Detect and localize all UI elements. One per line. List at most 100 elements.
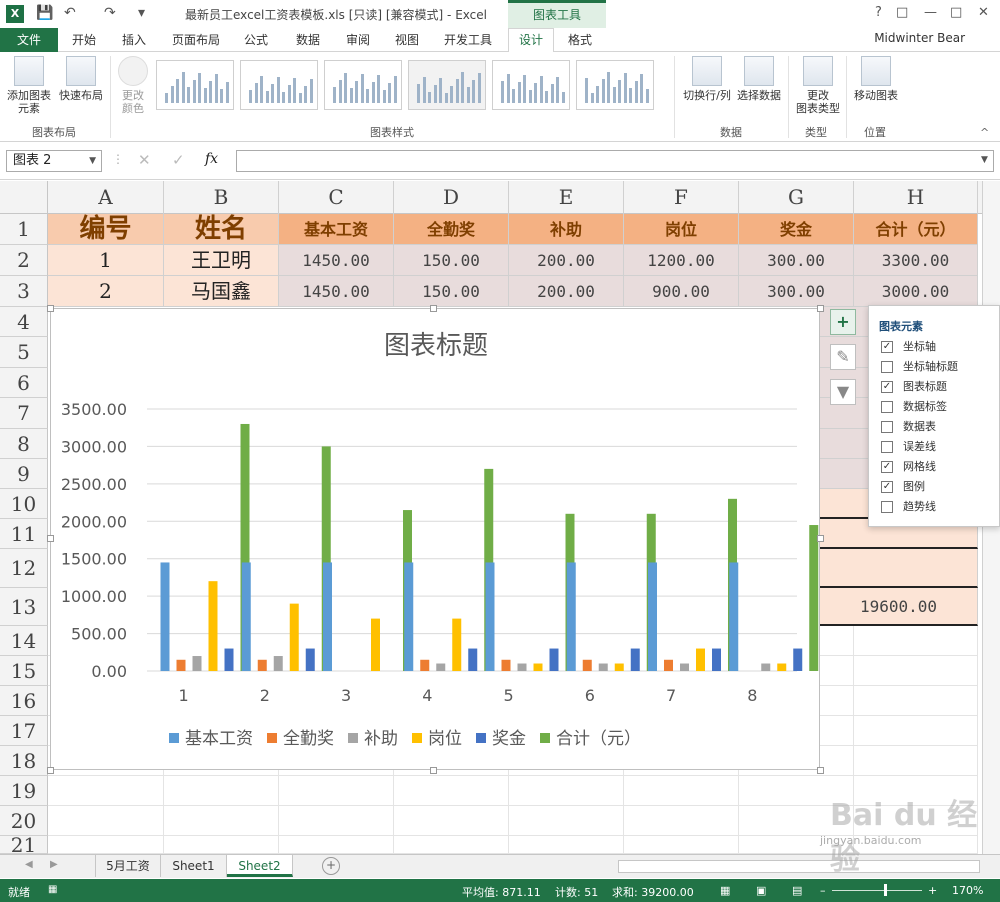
chart-element-option[interactable]: ✓ 图例 [881, 480, 925, 496]
row-header-3[interactable]: 3 [0, 276, 48, 307]
chart-style-thumbnail[interactable] [492, 60, 570, 110]
bar-5-5[interactable] [549, 648, 559, 671]
tab-design[interactable]: 设计 [508, 28, 554, 53]
maximize-icon[interactable]: □ [950, 5, 962, 20]
column-header-E[interactable]: E [509, 181, 624, 214]
column-header-H[interactable]: H [854, 181, 978, 214]
table-cell[interactable] [279, 776, 394, 806]
table-cell[interactable]: 马国鑫 [164, 276, 279, 307]
table-cell[interactable]: 150.00 [394, 245, 509, 276]
normal-view-icon[interactable]: ▦ [720, 884, 730, 897]
checkbox-icon[interactable] [881, 501, 893, 513]
table-cell[interactable]: 3000.00 [854, 276, 978, 307]
table-cell[interactable]: 岗位 [624, 214, 739, 245]
bar-4-5[interactable] [533, 663, 543, 671]
checked-checkbox-icon[interactable]: ✓ [881, 481, 893, 493]
table-cell[interactable]: 全勤奖 [394, 214, 509, 245]
bar-2-2[interactable] [257, 659, 267, 671]
table-cell[interactable]: 1450.00 [279, 276, 394, 307]
checked-checkbox-icon[interactable]: ✓ [881, 381, 893, 393]
row-header-13[interactable]: 13 [0, 588, 48, 626]
table-cell[interactable] [509, 806, 624, 836]
quick-layout-button[interactable]: 快速布局 [56, 56, 106, 102]
row-header-8[interactable]: 8 [0, 429, 48, 459]
table-cell[interactable]: 合计（元） [854, 214, 978, 245]
checkbox-icon[interactable] [881, 421, 893, 433]
chart-element-option[interactable]: ✓ 网格线 [881, 460, 936, 476]
table-cell[interactable] [48, 776, 164, 806]
row-header-2[interactable]: 2 [0, 245, 48, 276]
resize-handle[interactable] [430, 767, 437, 774]
checkbox-icon[interactable] [881, 441, 893, 453]
bar-2-7[interactable] [664, 659, 673, 671]
resize-handle[interactable] [817, 305, 824, 312]
chart-element-option[interactable]: 坐标轴标题 [881, 360, 958, 376]
table-cell[interactable] [624, 776, 739, 806]
table-cell[interactable]: 基本工资 [279, 214, 394, 245]
bar-5-4[interactable] [468, 648, 478, 671]
table-cell[interactable] [48, 836, 164, 854]
table-cell[interactable]: 150.00 [394, 276, 509, 307]
minimize-icon[interactable]: — [924, 5, 937, 20]
help-icon[interactable]: ? [875, 5, 882, 20]
table-cell[interactable] [164, 806, 279, 836]
table-cell[interactable]: 2 [48, 276, 164, 307]
bar-4-8[interactable] [777, 663, 787, 671]
bar-4-2[interactable] [289, 603, 299, 671]
chart-style-thumbnail[interactable] [156, 60, 234, 110]
zoom-level[interactable]: 170% [952, 884, 983, 897]
legend-entry[interactable]: 全勤奖 [283, 729, 334, 749]
table-cell[interactable]: 奖金 [739, 214, 854, 245]
bar-5-7[interactable] [712, 648, 721, 671]
chart-element-option[interactable]: 趋势线 [881, 500, 936, 516]
table-cell[interactable]: 200.00 [509, 276, 624, 307]
name-box[interactable]: 图表 2 ▼ [6, 150, 102, 172]
chart-element-option[interactable]: 数据标签 [881, 400, 947, 416]
bar-3-8[interactable] [761, 663, 771, 671]
expand-formula-icon[interactable]: ▼ [981, 155, 988, 165]
table-cell[interactable]: 3300.00 [854, 245, 978, 276]
zoom-slider-thumb[interactable] [884, 884, 887, 896]
column-header-F[interactable]: F [624, 181, 739, 214]
bar-5-6[interactable] [630, 648, 640, 671]
new-sheet-icon[interactable]: + [322, 857, 340, 875]
chart-element-option[interactable]: 误差线 [881, 440, 936, 456]
table-cell[interactable]: 300.00 [739, 276, 854, 307]
tab-data[interactable]: 数据 [296, 31, 320, 48]
change-chart-type-button[interactable]: 更改 图表类型 [792, 56, 844, 115]
legend-entry[interactable]: 基本工资 [185, 729, 253, 749]
legend-entry[interactable]: 补助 [364, 729, 398, 749]
zoom-in-icon[interactable]: + [928, 884, 937, 897]
bar-3-2[interactable] [273, 656, 283, 671]
chart-style-thumbnail[interactable] [240, 60, 318, 110]
checked-checkbox-icon[interactable]: ✓ [881, 461, 893, 473]
row-header-7[interactable]: 7 [0, 398, 48, 429]
table-cell[interactable] [624, 806, 739, 836]
bar-2-6[interactable] [582, 659, 592, 671]
table-cell[interactable] [394, 806, 509, 836]
resize-handle[interactable] [47, 305, 54, 312]
row-header-11[interactable]: 11 [0, 519, 48, 549]
table-cell[interactable] [854, 716, 978, 746]
row-header-18[interactable]: 18 [0, 746, 48, 776]
ribbon-display-icon[interactable]: □ [896, 5, 908, 20]
customize-qat-icon[interactable]: ▾ [138, 5, 145, 21]
table-cell[interactable]: 900.00 [624, 276, 739, 307]
table-cell[interactable] [164, 836, 279, 854]
sheet-tab-sheet2[interactable]: Sheet2 [227, 855, 293, 877]
table-cell[interactable] [820, 549, 978, 588]
table-cell[interactable] [854, 746, 978, 776]
chart-filter-icon[interactable]: ▼ [830, 379, 856, 405]
checkbox-icon[interactable] [881, 361, 893, 373]
row-header-12[interactable]: 12 [0, 549, 48, 588]
bar-1-2[interactable] [241, 562, 251, 671]
table-cell[interactable] [48, 806, 164, 836]
table-cell[interactable]: 300.00 [739, 245, 854, 276]
move-chart-button[interactable]: 移动图表 [850, 56, 902, 102]
sheet-tab-may[interactable]: 5月工资 [95, 855, 161, 877]
bar-4-7[interactable] [696, 648, 705, 671]
select-data-button[interactable]: 选择数据 [735, 56, 783, 102]
resize-handle[interactable] [430, 305, 437, 312]
column-header-G[interactable]: G [739, 181, 854, 214]
page-layout-view-icon[interactable]: ▣ [756, 884, 766, 897]
